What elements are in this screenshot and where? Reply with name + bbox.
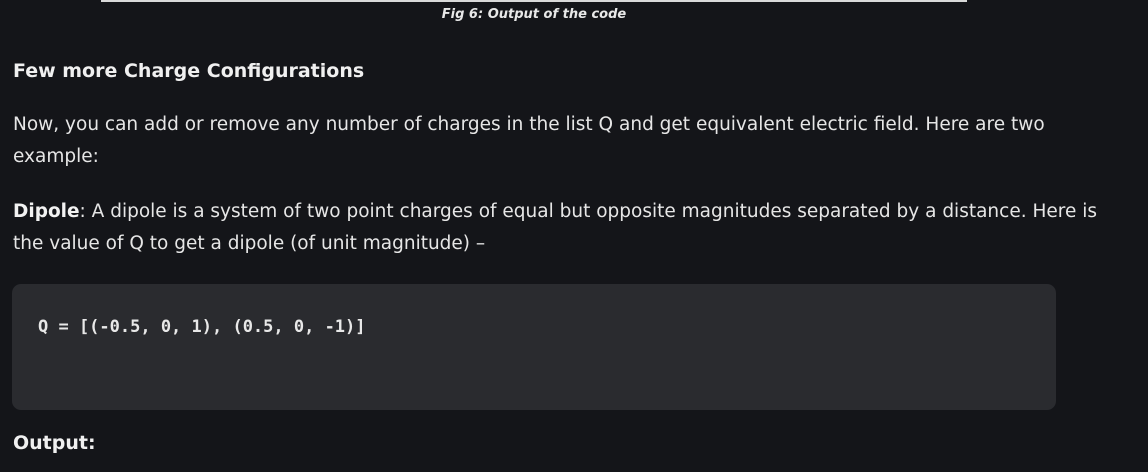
- dipole-description: : A dipole is a system of two point char…: [13, 201, 1098, 254]
- paragraph-dipole: Dipole: A dipole is a system of two poin…: [13, 196, 1113, 260]
- section-heading: Few more Charge Configurations: [13, 60, 365, 82]
- code-block[interactable]: Q = [(-0.5, 0, 1), (0.5, 0, -1)]: [12, 284, 1056, 410]
- figure-bottom-border: [101, 0, 967, 2]
- output-heading: Output:: [13, 432, 96, 454]
- figure-caption: Fig 6: Output of the code: [441, 7, 627, 22]
- paragraph-intro: Now, you can add or remove any number of…: [13, 114, 1045, 167]
- code-line[interactable]: Q = [(-0.5, 0, 1), (0.5, 0, -1)]: [38, 317, 366, 337]
- dipole-term: Dipole: [13, 201, 80, 222]
